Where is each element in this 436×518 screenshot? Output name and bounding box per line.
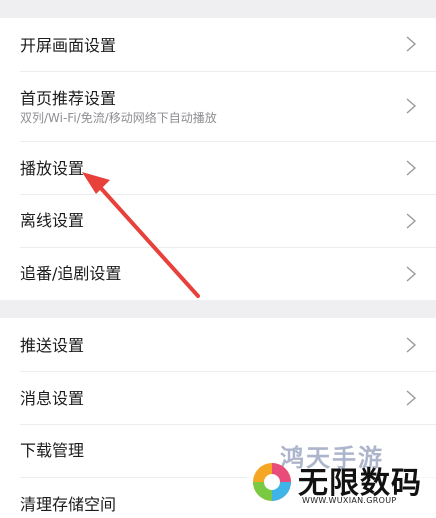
- row-label: 播放设置: [20, 159, 85, 178]
- row-playback-settings[interactable]: 播放设置: [0, 142, 436, 194]
- row-label: 推送设置: [20, 336, 85, 355]
- row-label: 下载管理: [20, 441, 85, 460]
- row-subtitle: 双列/Wi-Fi/免流/移动网络下自动播放: [20, 111, 217, 125]
- row-push-settings[interactable]: 推送设置: [0, 318, 436, 371]
- row-label: 追番/追剧设置: [20, 264, 122, 283]
- chevron-right-icon: [406, 337, 417, 353]
- chevron-right-icon: [406, 160, 417, 176]
- row-message-settings[interactable]: 消息设置: [0, 372, 436, 424]
- watermark: 鸿天手游 无限数码 WWW.WUXIAN.GROUP: [246, 430, 436, 508]
- watermark-url: WWW.WUXIAN.GROUP: [302, 496, 397, 505]
- chevron-right-icon: [406, 36, 417, 52]
- row-label: 开屏画面设置: [20, 36, 117, 55]
- row-home-recommend-settings[interactable]: 首页推荐设置 双列/Wi-Fi/免流/移动网络下自动播放: [0, 72, 436, 141]
- chevron-right-icon: [406, 213, 417, 229]
- settings-group-display: 开屏画面设置 首页推荐设置 双列/Wi-Fi/免流/移动网络下自动播放 播放设置…: [0, 18, 436, 300]
- chevron-right-icon: [406, 266, 417, 282]
- row-label: 消息设置: [20, 389, 85, 408]
- row-splash-screen-settings[interactable]: 开屏画面设置: [0, 18, 436, 71]
- chevron-right-icon: [406, 98, 417, 114]
- row-follow-series-settings[interactable]: 追番/追剧设置: [0, 248, 436, 300]
- row-label: 首页推荐设置: [20, 89, 117, 108]
- row-offline-settings[interactable]: 离线设置: [0, 195, 436, 247]
- watermark-logo-icon: [253, 463, 291, 501]
- chevron-right-icon: [406, 390, 417, 406]
- row-label: 离线设置: [20, 211, 85, 230]
- row-label: 清理存储空间: [20, 495, 117, 514]
